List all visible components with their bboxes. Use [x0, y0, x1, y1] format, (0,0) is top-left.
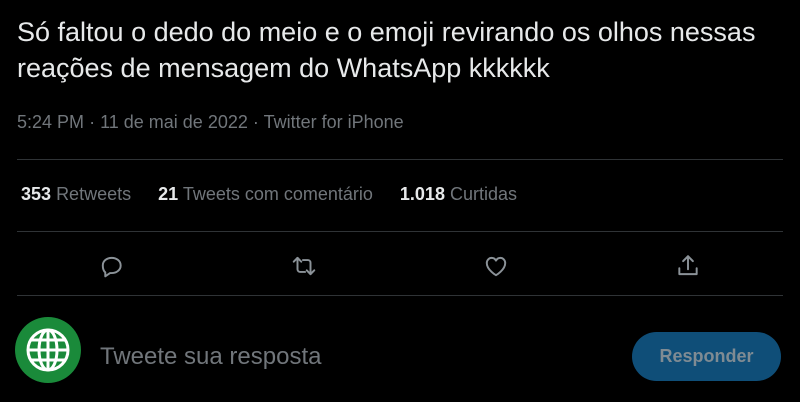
- quote-tweets-stat[interactable]: 21 Tweets com comentário: [158, 184, 373, 205]
- tweet-metadata: 5:24 PM · 11 de mai de 2022 · Twitter fo…: [17, 112, 404, 133]
- tweet-time-link[interactable]: 5:24 PM: [17, 112, 84, 132]
- retweets-label: Retweets: [56, 184, 132, 204]
- reply-composer: Responder: [0, 315, 800, 395]
- retweet-arrows-icon: [292, 256, 316, 276]
- reply-button[interactable]: [92, 246, 132, 286]
- reply-input[interactable]: [100, 339, 600, 375]
- retweet-button[interactable]: [284, 246, 324, 286]
- divider: [17, 159, 783, 160]
- tweet-date-link[interactable]: 11 de mai de 2022: [100, 112, 248, 132]
- avatar[interactable]: [15, 317, 81, 383]
- share-button[interactable]: [668, 246, 708, 286]
- reply-submit-button[interactable]: Responder: [632, 332, 781, 381]
- separator: ·: [252, 112, 259, 132]
- heart-icon: [485, 256, 507, 277]
- quote-tweets-count: 21: [158, 184, 179, 204]
- like-button[interactable]: [476, 246, 516, 286]
- likes-count: 1.018: [399, 184, 445, 204]
- quote-tweets-label: Tweets com comentário: [182, 184, 373, 204]
- divider: [17, 295, 783, 296]
- tweet-text: Só faltou o dedo do meio e o emoji revir…: [17, 17, 756, 83]
- likes-label: Curtidas: [449, 184, 517, 204]
- retweets-stat[interactable]: 353 Retweets: [21, 184, 131, 205]
- tweet-stats: 353 Retweets 21 Tweets com comentário 1.…: [21, 184, 544, 205]
- tweet-source-link[interactable]: Twitter for iPhone: [264, 112, 404, 132]
- likes-stat[interactable]: 1.018 Curtidas: [400, 184, 517, 205]
- divider: [17, 231, 783, 232]
- share-upload-icon: [678, 255, 698, 276]
- globe-icon: [26, 328, 70, 372]
- separator: ·: [89, 112, 96, 132]
- speech-bubble-icon: [101, 256, 122, 278]
- retweets-count: 353: [21, 184, 52, 204]
- tweet-actions: [0, 246, 800, 286]
